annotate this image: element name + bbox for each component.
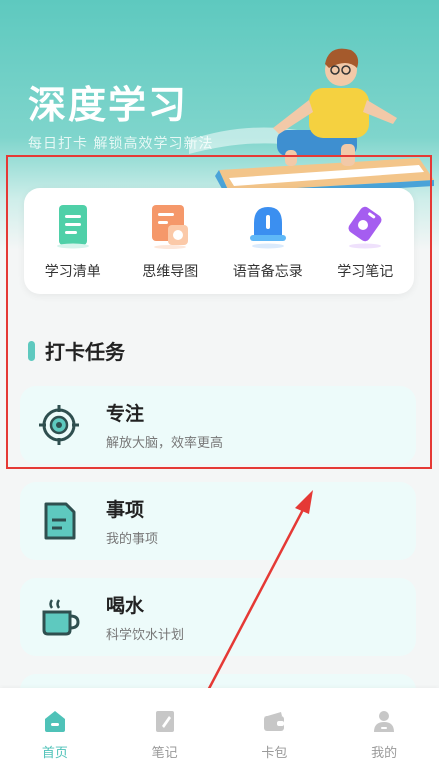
page-title: 深度学习 xyxy=(28,83,189,127)
task-text: 专注 解放大脑，效率更高 xyxy=(106,399,223,451)
section-title: 打卡任务 xyxy=(45,340,125,364)
feature-label: 学习笔记 xyxy=(337,264,394,280)
tab-label: 首页 xyxy=(41,746,68,761)
feature-label: 语音备忘录 xyxy=(232,264,303,280)
page-subtitle: 每日打卡 解锁高效学习新法 xyxy=(28,136,214,152)
tab-profile[interactable]: 我的 xyxy=(344,688,424,773)
tab-label: 我的 xyxy=(371,746,398,761)
checklist-icon xyxy=(56,205,89,249)
mindmap-icon xyxy=(152,205,189,249)
cup-icon xyxy=(42,599,80,636)
task-text: 喝水 科学饮水计划 xyxy=(106,591,184,643)
feature-card: 学习清单 思维导图 语音备忘录 学习笔记 xyxy=(24,188,414,294)
feature-study-notes[interactable]: 学习笔记 xyxy=(320,201,410,281)
wallet-icon xyxy=(264,712,285,731)
home-icon xyxy=(44,711,65,732)
task-subtitle: 我的事项 xyxy=(106,532,159,547)
target-icon xyxy=(39,405,79,445)
note-icon xyxy=(155,711,174,732)
task-water[interactable]: 喝水 科学饮水计划 xyxy=(20,578,416,656)
user-icon xyxy=(374,711,395,732)
bell-icon xyxy=(249,207,286,249)
task-title: 事项 xyxy=(106,499,145,521)
tab-notes[interactable]: 笔记 xyxy=(125,688,205,773)
task-items[interactable]: 事项 我的事项 xyxy=(20,482,416,560)
feature-label: 思维导图 xyxy=(142,264,199,280)
task-title: 专注 xyxy=(106,403,145,425)
section-accent-bar xyxy=(28,340,35,361)
feature-voice-memo[interactable]: 语音备忘录 xyxy=(223,201,313,281)
bottom-tab-bar: 首页 笔记 卡包 我的 xyxy=(0,688,439,773)
section-header: 打卡任务 xyxy=(28,336,125,365)
tag-icon xyxy=(348,206,382,249)
task-focus[interactable]: 专注 解放大脑，效率更高 xyxy=(20,386,416,464)
tab-home[interactable]: 首页 xyxy=(15,688,95,773)
surfer-illustration-icon xyxy=(189,48,434,198)
task-text: 事项 我的事项 xyxy=(106,495,158,547)
tab-label: 卡包 xyxy=(261,746,288,761)
task-title: 喝水 xyxy=(106,595,145,617)
feature-label: 学习清单 xyxy=(44,264,101,280)
task-subtitle: 解放大脑，效率更高 xyxy=(106,436,224,451)
tab-label: 笔记 xyxy=(151,746,178,761)
document-icon xyxy=(44,502,76,540)
tab-wallet[interactable]: 卡包 xyxy=(234,688,314,773)
feature-mind-map[interactable]: 思维导图 xyxy=(125,201,215,281)
task-subtitle: 科学饮水计划 xyxy=(106,628,185,643)
feature-study-list[interactable]: 学习清单 xyxy=(28,201,118,281)
